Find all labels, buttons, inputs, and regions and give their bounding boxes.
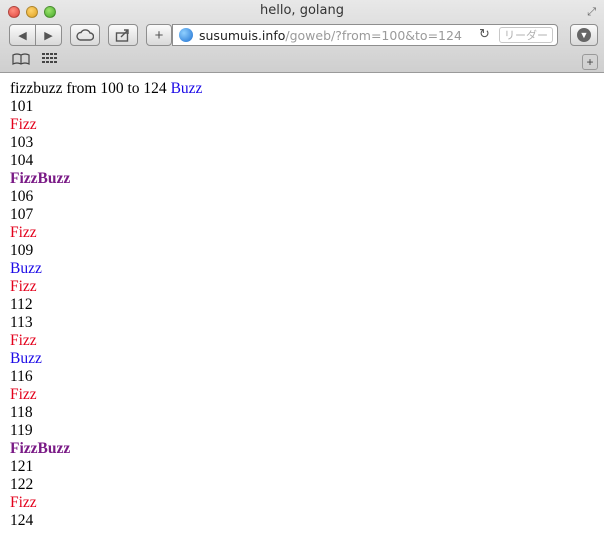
list-item: Fizz	[10, 494, 37, 511]
list-item: Buzz	[10, 260, 42, 277]
list-item: 101	[10, 98, 34, 115]
globe-icon	[179, 28, 193, 42]
list-item: 122	[10, 476, 34, 493]
fizzbuzz-list: 101 Fizz 103 104 FizzBuzz 106 107 Fizz 1…	[10, 98, 202, 530]
url-host: susumuis.info	[199, 28, 286, 43]
grid-icon[interactable]	[42, 53, 58, 68]
page-heading: fizzbuzz from 100 to 124 Buzz	[10, 80, 202, 98]
list-item: 104	[10, 152, 34, 169]
list-item: Fizz	[10, 386, 37, 403]
share-icon	[115, 29, 129, 42]
list-item: Fizz	[10, 332, 37, 349]
plus-icon: +	[154, 26, 164, 44]
downloads-button[interactable]: ▼	[570, 24, 598, 46]
list-item: Fizz	[10, 224, 37, 241]
list-item: 118	[10, 404, 33, 421]
fullscreen-icon[interactable]: ⤢	[587, 6, 596, 19]
cloud-icon	[76, 29, 94, 41]
reader-button[interactable]: リーダー	[499, 27, 553, 43]
list-item: Fizz	[10, 116, 37, 133]
list-item: 112	[10, 296, 33, 313]
add-bookmark-button[interactable]: +	[146, 24, 172, 46]
bookmarks-bar: +	[0, 52, 604, 70]
list-item: 113	[10, 314, 33, 331]
list-item: 103	[10, 134, 34, 151]
address-bar[interactable]: susumuis.info/goweb/?from=100&to=124 ↻ リ…	[172, 24, 558, 46]
list-item: FizzBuzz	[10, 170, 71, 187]
page-content: fizzbuzz from 100 to 124 Buzz 101 Fizz 1…	[10, 80, 202, 530]
forward-arrow-icon: ▶	[44, 29, 53, 42]
new-tab-button[interactable]: +	[582, 54, 598, 70]
reload-icon[interactable]: ↻	[479, 27, 490, 42]
toolbar: ◀ ▶ + susumuis.info/goweb/?from=100&to=1…	[0, 24, 604, 48]
list-item: Buzz	[10, 350, 42, 367]
book-icon[interactable]	[12, 53, 30, 68]
browser-chrome: hello, golang ⤢ ◀ ▶ + susumuis.info/gowe…	[0, 0, 604, 73]
list-item: 119	[10, 422, 33, 439]
list-item: 107	[10, 206, 34, 223]
list-item: 116	[10, 368, 33, 385]
heading-buzz: Buzz	[170, 80, 203, 97]
url-text[interactable]: susumuis.info/goweb/?from=100&to=124	[199, 28, 462, 43]
heading-text: fizzbuzz from 100 to 124	[10, 80, 167, 97]
icloud-tabs-button[interactable]	[70, 24, 100, 46]
list-item: Fizz	[10, 278, 37, 295]
forward-button[interactable]: ▶	[35, 24, 62, 46]
list-item: 106	[10, 188, 34, 205]
list-item: FizzBuzz	[10, 440, 71, 457]
list-item: 109	[10, 242, 34, 259]
share-button[interactable]	[108, 24, 138, 46]
back-button[interactable]: ◀	[9, 24, 36, 46]
download-icon: ▼	[577, 28, 591, 42]
url-path: /goweb/?from=100&to=124	[285, 28, 462, 43]
list-item: 121	[10, 458, 34, 475]
list-item: 124	[10, 512, 34, 529]
browser-window: hello, golang ⤢ ◀ ▶ + susumuis.info/gowe…	[0, 0, 604, 556]
window-title: hello, golang	[260, 3, 344, 18]
back-arrow-icon: ◀	[18, 29, 27, 42]
